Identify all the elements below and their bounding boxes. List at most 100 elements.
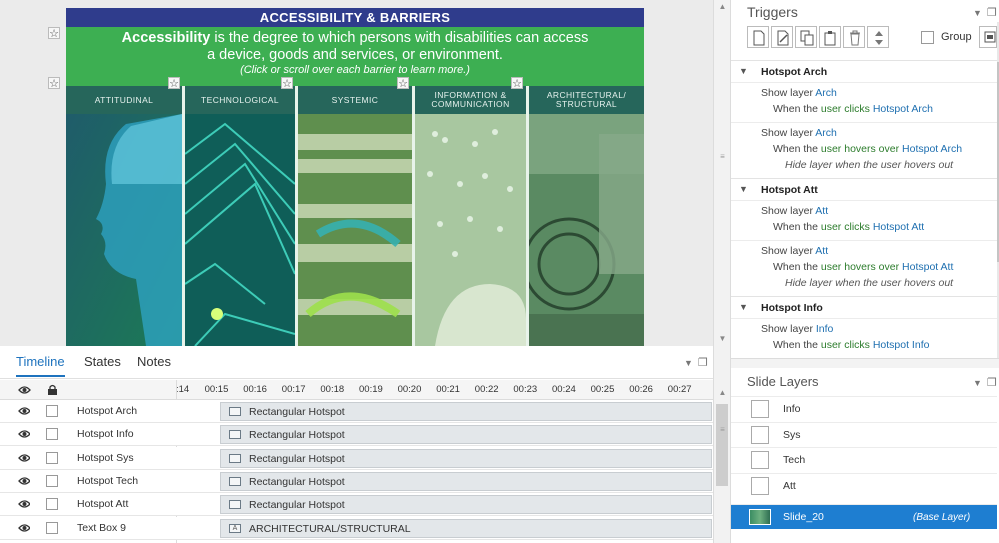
trigger-target-link[interactable]: Arch (815, 127, 837, 139)
panel-restore-icon[interactable]: ❐ (987, 376, 997, 389)
visibility-eye-icon[interactable] (18, 523, 30, 533)
timeline-object-bar[interactable]: Rectangular Hotspot (220, 495, 712, 515)
chevron-down-icon[interactable]: ▼ (739, 302, 748, 312)
panel-menu-icon[interactable]: ▼ (973, 378, 982, 388)
trigger-user-keyword[interactable]: user (821, 143, 841, 155)
panel-information-communication[interactable]: INFORMATION & COMMUNICATION (415, 86, 526, 346)
lock-checkbox[interactable] (46, 521, 58, 534)
scroll-up-icon[interactable]: ▲ (714, 0, 731, 14)
timeline-ruler[interactable]: :14 00:15 00:16 00:17 00:18 00:19 00:20 00:21 00… (0, 380, 713, 400)
tab-states[interactable]: States (84, 354, 121, 369)
trigger-object-link[interactable]: Hotspot Arch (902, 143, 962, 155)
timeline-object-bar[interactable]: A ARCHITECTURAL/STRUCTURAL (220, 518, 712, 538)
panel-restore-icon[interactable]: ❐ (698, 356, 708, 369)
timeline-row[interactable]: Hotspot Arch Rectangular Hotspot (0, 400, 713, 423)
lock-checkbox[interactable] (46, 428, 58, 441)
trigger-star-icon[interactable]: ☆ (168, 77, 180, 90)
timeline-row[interactable]: Hotspot Info Rectangular Hotspot (0, 423, 713, 447)
lock-checkbox[interactable] (46, 474, 58, 487)
slide-canvas[interactable]: ACCESSIBILITY & BARRIERS Accessibility i… (66, 8, 644, 346)
paste-trigger-button[interactable] (819, 26, 841, 48)
timeline-row[interactable]: Hotspot Tech Rectangular Hotspot (0, 469, 713, 493)
panel-attitudinal[interactable]: ATTITUDINAL (66, 86, 182, 346)
chevron-down-icon[interactable]: ▼ (739, 184, 748, 194)
scroll-grip-icon[interactable]: ≡ (714, 153, 731, 161)
slide-layer-row[interactable]: Att (731, 472, 997, 498)
slide-layer-row[interactable]: Sys (731, 421, 997, 447)
tab-notes[interactable]: Notes (137, 354, 171, 369)
timeline-object-name[interactable]: Text Box 9 (77, 522, 126, 534)
visibility-eye-icon[interactable] (18, 453, 30, 463)
new-trigger-button[interactable] (747, 26, 769, 48)
timeline-object-name[interactable]: Hotspot Info (77, 428, 134, 440)
trigger-star-icon[interactable]: ☆ (397, 77, 409, 90)
trigger-event-link[interactable]: clicks (844, 339, 870, 351)
trigger-object-link[interactable]: Hotspot Arch (873, 103, 933, 115)
trigger-user-keyword[interactable]: user (821, 103, 841, 115)
lock-checkbox[interactable] (46, 498, 58, 511)
edit-trigger-button[interactable] (771, 26, 793, 48)
trigger-item[interactable]: Show layer Arch When the user hovers over… (731, 122, 997, 178)
slide-triggers-button[interactable] (979, 26, 997, 48)
lock-checkbox[interactable] (46, 451, 58, 464)
timeline-object-bar[interactable]: Rectangular Hotspot (220, 402, 712, 421)
layer-visibility-checkbox[interactable] (751, 425, 769, 444)
base-layer-row[interactable]: Slide_20 (Base Layer) (731, 504, 997, 529)
timeline-row[interactable]: Hotspot Sys Rectangular Hotspot (0, 446, 713, 470)
slide-title[interactable]: ACCESSIBILITY & BARRIERS (66, 8, 644, 27)
panel-menu-icon[interactable]: ▼ (684, 358, 693, 368)
lock-checkbox[interactable] (46, 405, 58, 417)
layer-visibility-checkbox[interactable] (751, 476, 769, 495)
timeline-object-name[interactable]: Hotspot Tech (77, 475, 138, 487)
scroll-down-icon[interactable]: ▼ (714, 332, 731, 346)
panel-splitter[interactable] (731, 358, 999, 368)
trigger-user-keyword[interactable]: user (821, 221, 841, 233)
trigger-event-link[interactable]: clicks (844, 221, 870, 233)
trigger-object-link[interactable]: Hotspot Info (873, 339, 930, 351)
trigger-item[interactable]: Show layer Info When the user clicks Hots… (731, 318, 997, 356)
visibility-eye-icon[interactable] (18, 499, 30, 509)
panel-systemic[interactable]: SYSTEMIC (298, 86, 412, 346)
trigger-user-keyword[interactable]: user (821, 339, 841, 351)
timeline-row[interactable]: Hotspot Att Rectangular Hotspot (0, 493, 713, 517)
layer-visibility-checkbox[interactable] (751, 451, 769, 469)
visibility-eye-icon[interactable] (18, 476, 30, 486)
slide-layer-row[interactable]: Info (731, 396, 997, 421)
layer-visibility-checkbox[interactable] (751, 400, 769, 418)
trigger-target-link[interactable]: Att (815, 245, 828, 257)
slide-banner[interactable]: Accessibility is the degree to which per… (66, 27, 644, 86)
trigger-event-link[interactable]: hovers over (844, 261, 899, 273)
panel-architectural-structural[interactable]: ARCHITECTURAL/ STRUCTURAL (529, 86, 644, 346)
copy-trigger-button[interactable] (795, 26, 817, 48)
trigger-star-icon[interactable]: ☆ (48, 77, 60, 90)
trigger-group-header[interactable]: ▼ Hotspot Info (731, 296, 997, 318)
chevron-down-icon[interactable]: ▼ (739, 66, 748, 76)
timeline-object-name[interactable]: Hotspot Att (77, 498, 128, 510)
stage-scrollbar[interactable]: ▲ ≡ ▼ (713, 0, 730, 346)
trigger-item[interactable]: Show layer Arch When the user clicks Hots… (731, 82, 997, 122)
trigger-target-link[interactable]: Att (815, 205, 828, 217)
visibility-eye-icon[interactable] (18, 406, 30, 416)
scroll-grip-icon[interactable]: ≡ (714, 426, 731, 434)
move-trigger-button[interactable] (867, 26, 889, 48)
visibility-eye-icon[interactable] (18, 429, 30, 439)
scroll-thumb[interactable] (716, 404, 728, 486)
timeline-scrollbar[interactable]: ▲ ≡ (713, 346, 730, 543)
trigger-star-icon[interactable]: ☆ (281, 77, 293, 90)
delete-trigger-button[interactable] (843, 26, 865, 48)
timeline-row[interactable]: Text Box 9 A ARCHITECTURAL/STRUCTURAL (0, 516, 713, 540)
trigger-object-link[interactable]: Hotspot Att (873, 221, 924, 233)
trigger-star-icon[interactable]: ☆ (511, 77, 523, 90)
trigger-user-keyword[interactable]: user (821, 261, 841, 273)
timeline-object-name[interactable]: Hotspot Sys (77, 452, 134, 464)
trigger-item[interactable]: Show layer Att When the user hovers over … (731, 240, 997, 296)
slide-layer-row[interactable]: Tech (731, 447, 997, 472)
timeline-object-name[interactable]: Hotspot Arch (77, 405, 137, 417)
trigger-item[interactable]: Show layer Att When the user clicks Hotsp… (731, 200, 997, 240)
timeline-object-bar[interactable]: Rectangular Hotspot (220, 425, 712, 445)
trigger-event-link[interactable]: hovers over (844, 143, 899, 155)
timeline-object-bar[interactable]: Rectangular Hotspot (220, 448, 712, 468)
group-checkbox[interactable] (921, 31, 934, 44)
trigger-target-link[interactable]: Arch (815, 87, 837, 99)
tab-timeline[interactable]: Timeline (16, 354, 65, 377)
